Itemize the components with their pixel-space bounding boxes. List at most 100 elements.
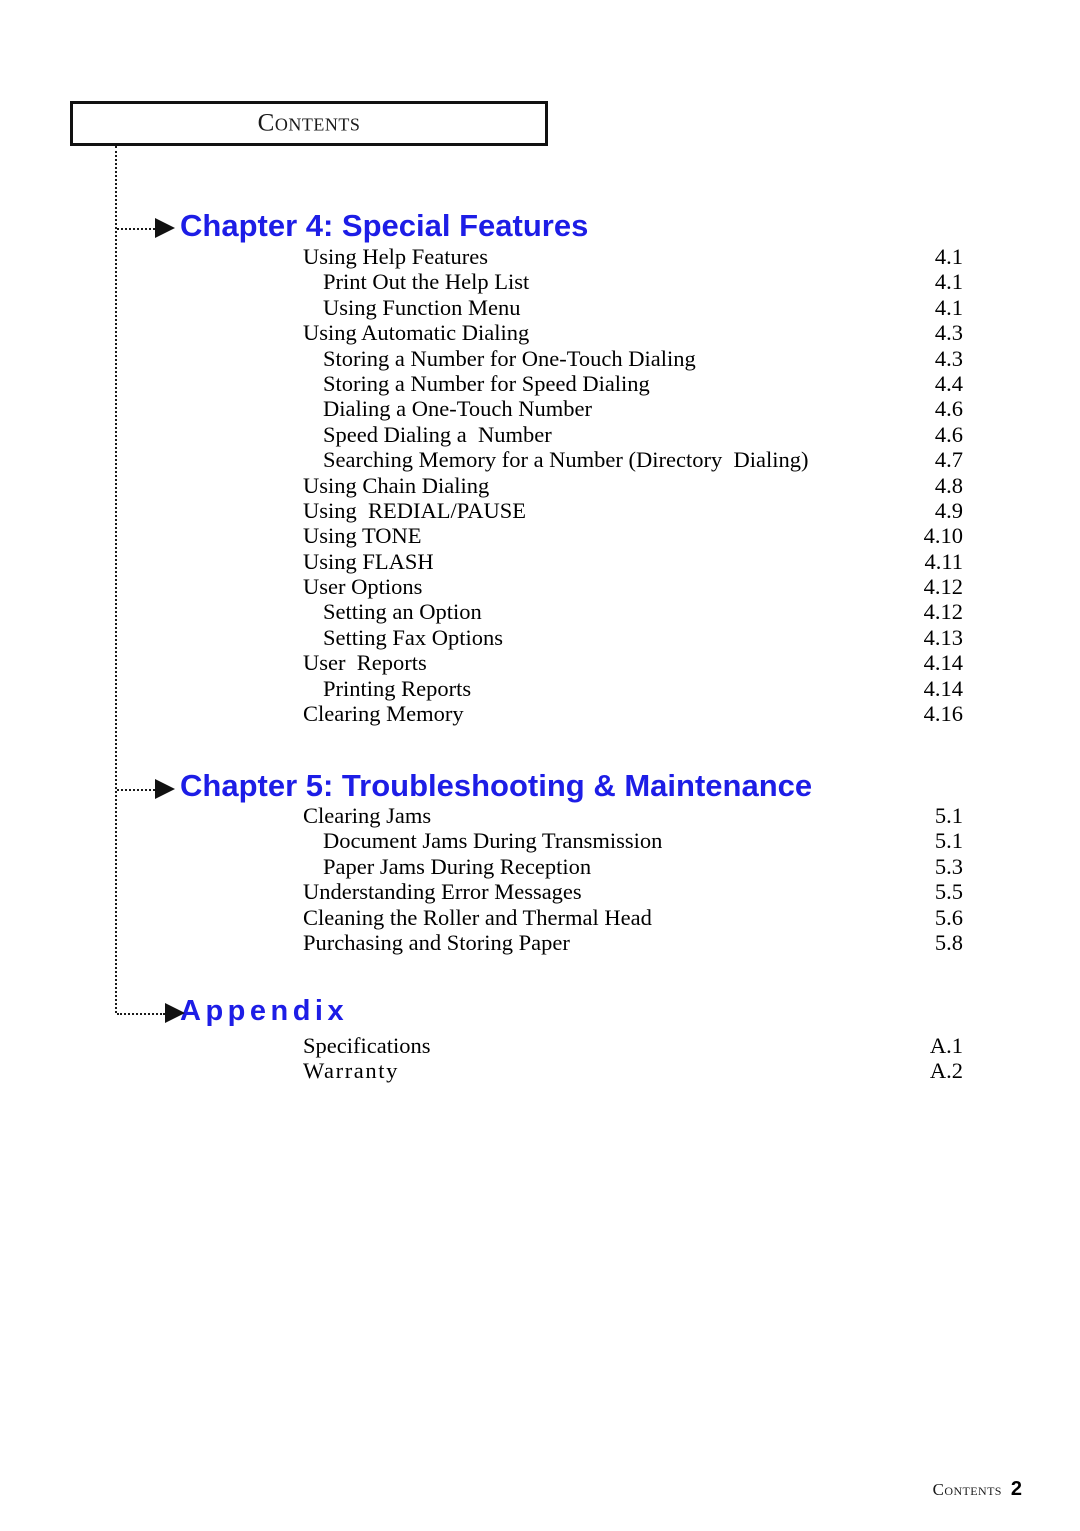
- toc-entry[interactable]: Clearing Jams 5.1: [303, 803, 963, 828]
- connector-arrow-icon: [155, 779, 175, 799]
- connector-arrow-icon: [155, 218, 175, 238]
- toc-entry-list: Using Help Features 4.1 Print Out the Help…: [303, 244, 963, 726]
- toc-entry-page-number: 4.3: [934, 345, 963, 371]
- toc-entry[interactable]: Using TONE 4.10: [303, 523, 963, 548]
- toc-entry-list: Specifications A.1 Warranty A.2: [303, 1033, 963, 1084]
- toc-entry-title: Speed Dialing a Number: [323, 421, 552, 447]
- toc-entry-title: Purchasing and Storing Paper: [303, 929, 570, 955]
- toc-entry-title: Using Chain Dialing: [303, 472, 490, 498]
- toc-entry-page-number: A.1: [929, 1033, 963, 1058]
- toc-entry-title: User Reports: [303, 650, 427, 676]
- toc-entry-page-number: 5.8: [934, 929, 963, 955]
- toc-entry[interactable]: Using Help Features 4.1: [303, 244, 963, 269]
- toc-entry-page-number: 4.14: [923, 650, 963, 676]
- connector-branch: [117, 228, 155, 230]
- toc-entry-page-number: 4.12: [923, 599, 963, 625]
- toc-entry-title: Searching Memory for a Number (Directory…: [323, 447, 809, 473]
- toc-entry-title: Storing a Number for Speed Dialing: [323, 370, 650, 396]
- toc-entry[interactable]: Using FLASH 4.11: [303, 549, 963, 574]
- connector-rail-vertical: [115, 146, 117, 1013]
- toc-entry-title: Using Function Menu: [323, 294, 521, 320]
- toc-entry-title: Specifications: [303, 1033, 431, 1058]
- toc-entry-page-number: 4.8: [934, 472, 963, 498]
- toc-entry-page-number: 5.1: [934, 828, 963, 854]
- toc-entry[interactable]: Setting an Option 4.12: [303, 599, 963, 624]
- connector-branch: [117, 789, 155, 791]
- toc-entry-page-number: 4.16: [923, 701, 963, 727]
- toc-entry-title: Document Jams During Transmission: [323, 828, 663, 854]
- toc-entry[interactable]: Printing Reports 4.14: [303, 676, 963, 701]
- toc-entry-page-number: A.2: [929, 1058, 963, 1084]
- toc-entry-title: Using Automatic Dialing: [303, 320, 530, 346]
- toc-entry[interactable]: Paper Jams During Reception 5.3: [303, 854, 963, 879]
- toc-entry-page-number: 4.7: [934, 447, 963, 473]
- section-heading: Chapter 4: Special Features: [180, 208, 589, 243]
- toc-entry-title: Setting Fax Options: [323, 624, 504, 650]
- toc-entry[interactable]: Storing a Number for One-Touch Dialing 4.…: [303, 346, 963, 371]
- toc-entry-title: Paper Jams During Reception: [323, 853, 592, 879]
- toc-entry-page-number: 5.6: [934, 904, 963, 930]
- toc-entry-title: Storing a Number for One-Touch Dialing: [323, 345, 696, 371]
- toc-entry-title: Understanding Error Messages: [303, 879, 582, 905]
- toc-entry-title: Using REDIAL/PAUSE: [303, 497, 526, 523]
- toc-entry-page-number: 5.1: [934, 803, 963, 828]
- section-heading: Appendix: [180, 995, 349, 1027]
- toc-entry[interactable]: Document Jams During Transmission 5.1: [303, 828, 963, 853]
- toc-entry[interactable]: Specifications A.1: [303, 1033, 963, 1058]
- toc-entry[interactable]: User Reports 4.14: [303, 650, 963, 675]
- toc-entry[interactable]: Understanding Error Messages 5.5: [303, 879, 963, 904]
- toc-entry-title: Warranty: [303, 1058, 399, 1084]
- toc-entry[interactable]: Cleaning the Roller and Thermal Head 5.6: [303, 905, 963, 930]
- toc-entry-title: Print Out the Help List: [323, 269, 530, 295]
- running-header-label: Contents: [257, 108, 361, 136]
- running-header-box: Contents: [70, 101, 548, 146]
- toc-entry-title: Printing Reports: [323, 675, 472, 701]
- toc-entry-page-number: 4.9: [934, 497, 963, 523]
- toc-entry[interactable]: Using Function Menu 4.1: [303, 295, 963, 320]
- toc-entry[interactable]: Using Chain Dialing 4.8: [303, 473, 963, 498]
- toc-entry-title: Dialing a One-Touch Number: [323, 396, 592, 422]
- toc-entry-title: User Options: [303, 574, 423, 600]
- toc-entry[interactable]: Storing a Number for Speed Dialing 4.4: [303, 371, 963, 396]
- toc-entry-title: Clearing Jams: [303, 803, 432, 828]
- toc-entry-page-number: 4.4: [934, 370, 963, 396]
- toc-entry-page-number: 4.6: [934, 396, 963, 422]
- connector-branch: [117, 1013, 165, 1015]
- toc-entry[interactable]: User Options 4.12: [303, 574, 963, 599]
- toc-entry-page-number: 5.5: [934, 879, 963, 905]
- toc-entry[interactable]: Using REDIAL/PAUSE 4.9: [303, 498, 963, 523]
- footer-page-number: 2: [1010, 1478, 1022, 1500]
- toc-entry-title: Setting an Option: [323, 599, 482, 625]
- toc-entry-list: Clearing Jams 5.1 Document Jams During Tra…: [303, 803, 963, 955]
- toc-entry[interactable]: Searching Memory for a Number (Directory…: [303, 447, 963, 472]
- toc-entry-page-number: 5.3: [934, 853, 963, 879]
- toc-entry-page-number: 4.1: [934, 244, 963, 269]
- toc-entry-page-number: 4.1: [934, 294, 963, 320]
- toc-entry-page-number: 4.13: [923, 624, 963, 650]
- toc-entry[interactable]: Purchasing and Storing Paper 5.8: [303, 930, 963, 955]
- toc-entry-page-number: 4.14: [923, 675, 963, 701]
- toc-entry[interactable]: Speed Dialing a Number 4.6: [303, 422, 963, 447]
- connector-arrow-icon: [165, 1003, 185, 1023]
- toc-entry-page-number: 4.6: [934, 421, 963, 447]
- toc-entry-title: Clearing Memory: [303, 701, 464, 727]
- toc-entry[interactable]: Using Automatic Dialing 4.3: [303, 320, 963, 345]
- toc-entry[interactable]: Setting Fax Options 4.13: [303, 625, 963, 650]
- section-heading: Chapter 5: Troubleshooting & Maintenance: [180, 768, 813, 803]
- toc-entry-title: Using FLASH: [303, 548, 434, 574]
- toc-entry[interactable]: Warranty A.2: [303, 1058, 963, 1083]
- toc-entry[interactable]: Dialing a One-Touch Number 4.6: [303, 396, 963, 421]
- toc-page: Contents Chapter 4: Special Features Usin…: [0, 0, 1080, 1531]
- page-footer: Contents 2: [933, 1478, 1022, 1501]
- toc-entry-page-number: 4.10: [923, 523, 963, 549]
- toc-entry-page-number: 4.11: [924, 548, 963, 574]
- toc-entry[interactable]: Print Out the Help List 4.1: [303, 269, 963, 294]
- toc-entry-title: Cleaning the Roller and Thermal Head: [303, 904, 652, 930]
- toc-entry-page-number: 4.12: [923, 574, 963, 600]
- toc-entry-title: Using TONE: [303, 523, 422, 549]
- toc-entry-title: Using Help Features: [303, 244, 488, 269]
- toc-entry-page-number: 4.3: [934, 320, 963, 346]
- footer-label: Contents: [932, 1480, 1002, 1499]
- toc-entry[interactable]: Clearing Memory 4.16: [303, 701, 963, 726]
- toc-entry-page-number: 4.1: [934, 269, 963, 295]
